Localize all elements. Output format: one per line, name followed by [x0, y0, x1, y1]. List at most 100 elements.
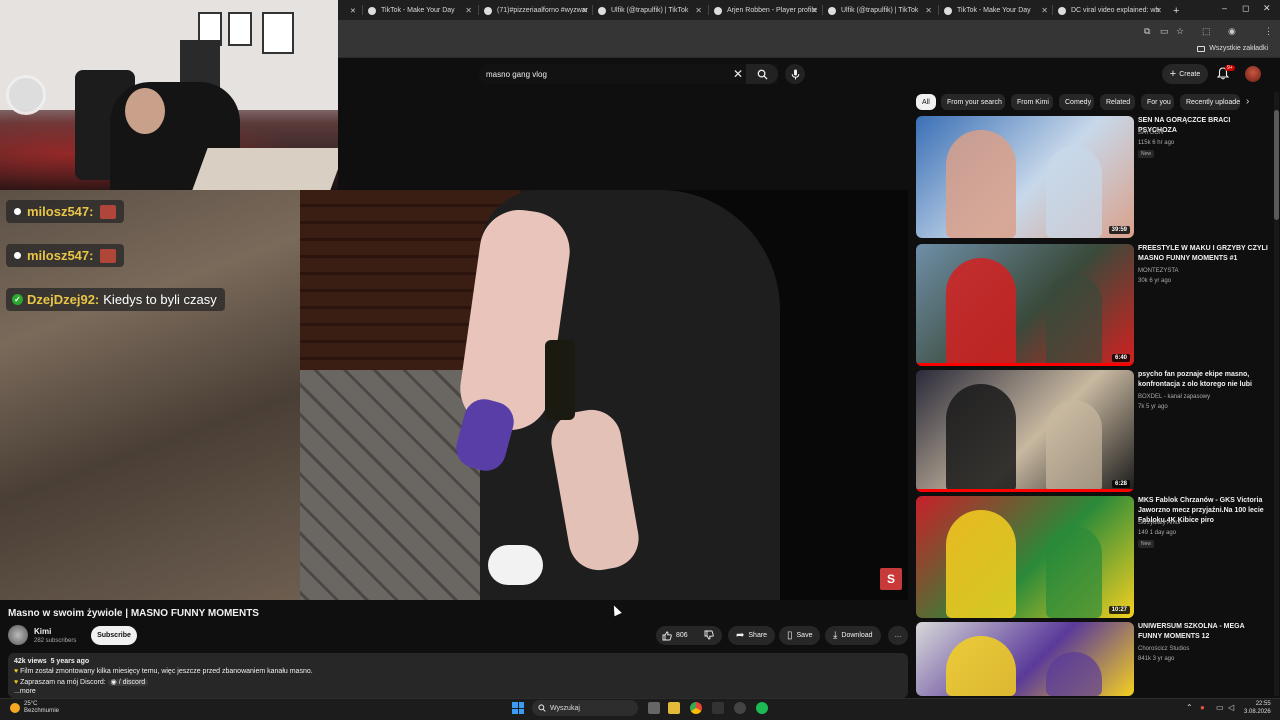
- video-thumbnail[interactable]: 39:59: [916, 116, 1134, 238]
- tab-favicon-icon: [714, 6, 722, 15]
- spotify-icon[interactable]: [756, 702, 768, 714]
- create-button[interactable]: + Create: [1162, 64, 1208, 84]
- thumbnail-figure: [946, 636, 1016, 696]
- bookmark-star-icon[interactable]: ☆: [1176, 26, 1184, 37]
- steam-icon[interactable]: [734, 702, 746, 714]
- search-button[interactable]: [746, 64, 778, 84]
- tab-separator: [708, 5, 709, 15]
- browser-tab[interactable]: TikTok - Make Your Day ✕: [368, 2, 472, 19]
- new-tab-button[interactable]: +: [1173, 2, 1179, 19]
- save-button[interactable]: ▯ Save: [779, 626, 821, 645]
- tab-close-icon[interactable]: ✕: [925, 6, 932, 15]
- recommended-title[interactable]: FREESTYLE W MAKU I GRZYBY CZYLI MASNO FU…: [1138, 244, 1268, 264]
- filter-chip[interactable]: From Kimi: [1011, 94, 1053, 110]
- share-button[interactable]: ➦ Share: [728, 626, 776, 645]
- show-more-link[interactable]: ...more: [14, 688, 36, 695]
- chat-text: Kiedys to byli czasy: [103, 292, 217, 307]
- weather-widget[interactable]: 25°C Bezchmurnie: [10, 701, 59, 715]
- tab-close-icon[interactable]: ✕: [581, 6, 588, 15]
- subscribe-button[interactable]: Subscribe: [91, 626, 137, 645]
- thumbnail-figure: [946, 258, 1016, 366]
- video-thumbnail[interactable]: 6:28: [916, 370, 1134, 492]
- more-actions-button[interactable]: …: [888, 626, 908, 645]
- video-thumbnail[interactable]: 6:40: [916, 244, 1134, 366]
- recommended-title[interactable]: psycho fan poznaje ekipe masno, konfront…: [1138, 370, 1268, 390]
- browser-tab[interactable]: Ulfik (@trapulfik) | TikTok ✕: [598, 2, 702, 19]
- save-label: Save: [796, 632, 813, 639]
- taskbar-search[interactable]: Wyszukaj: [532, 700, 638, 716]
- profile-icon[interactable]: ◉: [1228, 26, 1236, 37]
- discord-link[interactable]: ◉ / discord: [107, 679, 149, 686]
- filter-chip[interactable]: Recently uploaded: [1180, 94, 1240, 110]
- search-icon: [538, 704, 546, 712]
- filter-chip[interactable]: For you: [1141, 94, 1174, 110]
- video-thumbnail[interactable]: [916, 622, 1134, 696]
- browser-tab[interactable]: (71)#pizzeriaalforno #wyzwan ✕: [484, 2, 588, 19]
- browser-menu-icon[interactable]: ⋮: [1264, 26, 1273, 37]
- recommended-video[interactable]: 39:59 SEN NA GORĄCZCE BRACI PSYCHOZA SAYGO…: [916, 116, 1272, 238]
- minimize-button[interactable]: –: [1222, 3, 1227, 13]
- voice-search-button[interactable]: [785, 64, 805, 84]
- filter-chip[interactable]: From your search: [941, 94, 1005, 110]
- cast-icon[interactable]: ▭: [1160, 26, 1169, 37]
- recommended-meta: 115k 6 hr ago: [1138, 140, 1175, 146]
- recommended-video[interactable]: UNIWERSUM SZKOLNA - MEGA FUNNY MOMENTS 1…: [916, 622, 1272, 696]
- windows-start-icon[interactable]: [512, 702, 524, 714]
- chrome-icon[interactable]: [690, 702, 702, 714]
- clear-search-icon[interactable]: ✕: [733, 67, 743, 81]
- address-bar[interactable]: [338, 20, 1280, 42]
- video-thumbnail[interactable]: 10:27: [916, 496, 1134, 618]
- tab-close-icon[interactable]: ✕: [695, 6, 702, 15]
- chat-username: DzejDzej92: [27, 292, 95, 307]
- channel-watermark[interactable]: S: [880, 568, 902, 590]
- file-explorer-icon[interactable]: [668, 702, 680, 714]
- scrollbar-thumb[interactable]: [1274, 110, 1279, 220]
- account-avatar[interactable]: [1245, 66, 1261, 82]
- recommended-title[interactable]: UNIWERSUM SZKOLNA - MEGA FUNNY MOMENTS 1…: [1138, 622, 1268, 642]
- tab-close-icon[interactable]: ✕: [1041, 6, 1048, 15]
- download-button[interactable]: ⤓ Download: [825, 626, 881, 645]
- tray-chevron-icon[interactable]: ⌃: [1186, 703, 1193, 712]
- tray-app-icon[interactable]: ●: [1200, 703, 1205, 712]
- network-icon[interactable]: ▭: [1216, 703, 1224, 712]
- channel-name[interactable]: Kimi: [34, 627, 51, 636]
- filter-chip[interactable]: All: [916, 94, 936, 110]
- webcam-poster: [262, 12, 294, 54]
- filter-chip[interactable]: Related: [1100, 94, 1135, 110]
- chevron-right-icon[interactable]: ›: [1246, 96, 1249, 107]
- close-window-button[interactable]: ✕: [1263, 3, 1271, 14]
- dislike-button[interactable]: [704, 630, 714, 642]
- recommended-video[interactable]: 6:28 psycho fan poznaje ekipe masno, konf…: [916, 370, 1272, 492]
- filter-chip[interactable]: Comedy: [1059, 94, 1094, 110]
- browser-tab[interactable]: TikTok - Make Your Day ✕: [944, 2, 1048, 19]
- app-icon[interactable]: [712, 702, 724, 714]
- recommended-video[interactable]: 6:40 FREESTYLE W MAKU I GRZYBY CZYLI MASN…: [916, 244, 1272, 366]
- tab-close-icon[interactable]: ✕: [465, 6, 472, 15]
- video-player[interactable]: S: [0, 190, 908, 600]
- recommended-channel[interactable]: Chorościcz Studios: [1138, 646, 1189, 652]
- extensions-icon[interactable]: ⬚: [1202, 26, 1211, 37]
- recommended-channel[interactable]: Skrzydlaty Anioł: [1138, 520, 1180, 526]
- browser-tab[interactable]: DC viral video explained: wh ✕: [1058, 2, 1162, 19]
- tab-close-icon[interactable]: ✕: [811, 6, 818, 15]
- save-icon: ▯: [787, 630, 793, 641]
- task-view-icon[interactable]: [648, 702, 660, 714]
- recommended-video[interactable]: 10:27 MKS Fablok Chrzanów - GKS Victoria …: [916, 496, 1272, 618]
- recommended-channel[interactable]: BOXDEL - kanał zapasowy: [1138, 394, 1210, 400]
- recommended-channel[interactable]: MONTEZYSTA: [1138, 268, 1179, 274]
- recommended-channel[interactable]: SAYGON: [1138, 130, 1163, 136]
- taskbar-clock[interactable]: 22:55 3.08.2026: [1244, 700, 1271, 716]
- volume-icon[interactable]: ◁: [1228, 703, 1234, 712]
- description-box[interactable]: [8, 653, 908, 698]
- browser-tab[interactable]: Arjen Robben - Player profile ✕: [714, 2, 818, 19]
- maximize-button[interactable]: ◻: [1242, 3, 1249, 14]
- channel-avatar[interactable]: [8, 625, 28, 645]
- recommended-meta: 30k 6 yr ago: [1138, 278, 1172, 284]
- tab-close-icon[interactable]: ✕: [350, 2, 356, 19]
- all-bookmarks[interactable]: Wszystkie zakładki: [1197, 45, 1268, 52]
- tab-close-icon[interactable]: ✕: [1155, 6, 1162, 15]
- browser-tab[interactable]: Ulfik (@trapulfik) | TikTok ✕: [828, 2, 932, 19]
- translate-icon[interactable]: ⧉: [1144, 26, 1150, 37]
- like-button[interactable]: 806: [656, 631, 688, 641]
- all-bookmarks-label: Wszystkie zakładki: [1209, 45, 1268, 52]
